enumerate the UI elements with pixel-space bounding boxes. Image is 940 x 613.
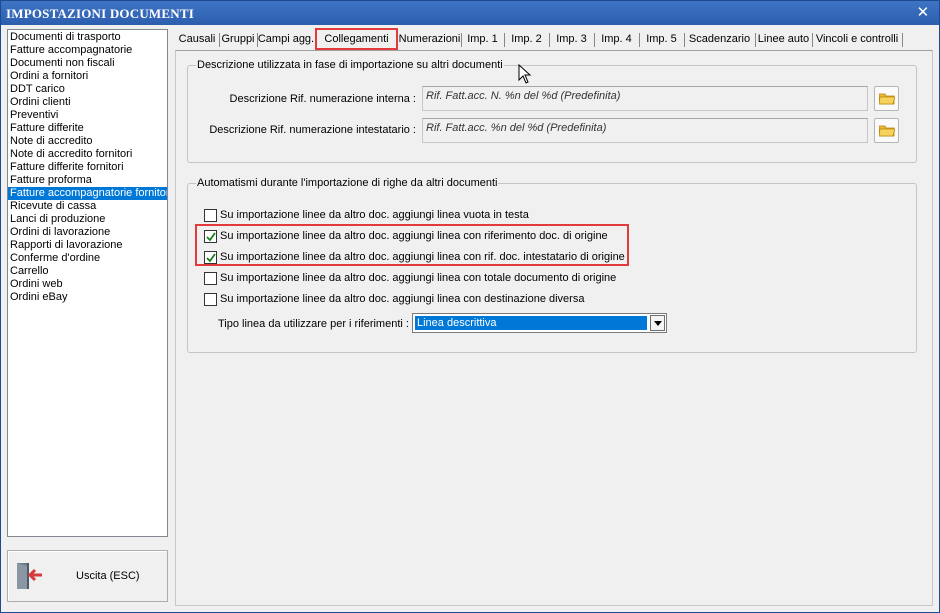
- tab-label: Campi agg.: [257, 33, 315, 45]
- list-item[interactable]: Conferme d'ordine: [8, 252, 167, 265]
- tab-label: Vincoli e controlli: [815, 33, 899, 45]
- list-item[interactable]: Ordini eBay: [8, 291, 167, 304]
- document-type-list[interactable]: Documenti di trasporto Fatture accompagna…: [7, 29, 168, 537]
- list-item[interactable]: Fatture proforma: [8, 174, 167, 187]
- list-item[interactable]: Fatture accompagnatorie: [8, 44, 167, 57]
- list-item[interactable]: Ordini web: [8, 278, 167, 291]
- tab-label: Imp. 3: [556, 33, 587, 45]
- list-item[interactable]: DDT carico: [8, 83, 167, 96]
- tab-label: Scadenzario: [688, 33, 751, 45]
- folder-icon: [879, 125, 895, 137]
- tab-label: Imp. 2: [511, 33, 542, 45]
- tab-gruppi[interactable]: Gruppi: [219, 31, 258, 50]
- checkmark-icon: [206, 253, 216, 263]
- mouse-cursor-icon: [518, 64, 532, 84]
- tab-numerazioni[interactable]: Numerazioni: [398, 31, 462, 50]
- exit-button[interactable]: Uscita (ESC): [7, 550, 168, 602]
- tab-causali[interactable]: Causali: [175, 31, 220, 50]
- tab-campi-agg[interactable]: Campi agg.: [257, 31, 316, 50]
- tab-scadenzario[interactable]: Scadenzario: [684, 31, 756, 50]
- option-label: Su importazione linee da altro doc. aggi…: [220, 272, 617, 284]
- tab-label: Causali: [178, 33, 216, 45]
- list-item[interactable]: Carrello: [8, 265, 167, 278]
- tab-imp-5[interactable]: Imp. 5: [639, 31, 685, 50]
- tab-label: Imp. 5: [646, 33, 677, 45]
- tab-vincoli-e-controlli[interactable]: Vincoli e controlli: [812, 31, 903, 50]
- settings-window: IMPOSTAZIONI DOCUMENTI ✕ Documenti di tr…: [0, 0, 940, 613]
- rif-intestatario-folder-button[interactable]: [874, 118, 899, 143]
- title-bar: IMPOSTAZIONI DOCUMENTI ✕: [1, 1, 939, 25]
- tab-imp-2[interactable]: Imp. 2: [504, 31, 550, 50]
- exit-door-icon: [17, 563, 42, 589]
- list-item[interactable]: Rapporti di lavorazione: [8, 239, 167, 252]
- checkbox-checked[interactable]: [204, 230, 217, 243]
- list-item[interactable]: Fatture differite: [8, 122, 167, 135]
- checkbox-unchecked[interactable]: [204, 293, 217, 306]
- tab-label: Linee auto: [757, 33, 810, 45]
- list-item[interactable]: Note di accredito fornitori: [8, 148, 167, 161]
- field-rif-intestatario[interactable]: Rif. Fatt.acc. %n del %d (Predefinita): [422, 118, 868, 143]
- list-item[interactable]: Note di accredito: [8, 135, 167, 148]
- checkmark-icon: [206, 232, 216, 242]
- list-item[interactable]: Documenti di trasporto: [8, 31, 167, 44]
- label-rif-interna: Descrizione Rif. numerazione interna :: [229, 93, 416, 105]
- option-label: Su importazione linee da altro doc. aggi…: [220, 293, 585, 305]
- tab-imp-1[interactable]: Imp. 1: [461, 31, 505, 50]
- list-item[interactable]: Ordini clienti: [8, 96, 167, 109]
- exit-button-label: Uscita (ESC): [76, 570, 140, 582]
- tab-imp-3[interactable]: Imp. 3: [549, 31, 595, 50]
- folder-icon: [879, 93, 895, 105]
- tab-imp-4[interactable]: Imp. 4: [594, 31, 640, 50]
- list-item[interactable]: Ordini di lavorazione: [8, 226, 167, 239]
- chevron-down-icon[interactable]: [650, 315, 665, 331]
- list-item[interactable]: Ricevute di cassa: [8, 200, 167, 213]
- group-automatismi: Automatismi durante l'importazione di ri…: [187, 177, 917, 353]
- tipo-linea-value: Linea descrittiva: [415, 316, 647, 330]
- window-title: IMPOSTAZIONI DOCUMENTI: [6, 6, 194, 21]
- field-rif-interna[interactable]: Rif. Fatt.acc. N. %n del %d (Predefinita…: [422, 86, 868, 111]
- label-tipo-linea: Tipo linea da utilizzare per i riferimen…: [218, 318, 409, 330]
- checkbox-checked[interactable]: [204, 251, 217, 264]
- tab-label: Imp. 1: [467, 33, 498, 45]
- tab-separator: [902, 33, 903, 47]
- tab-label: Gruppi: [221, 33, 255, 45]
- list-item[interactable]: Documenti non fiscali: [8, 57, 167, 70]
- tab-label: Imp. 4: [601, 33, 632, 45]
- tipo-linea-select[interactable]: Linea descrittiva: [412, 313, 667, 333]
- option-label: Su importazione linee da altro doc. aggi…: [220, 209, 529, 221]
- list-item[interactable]: Preventivi: [8, 109, 167, 122]
- option-label: Su importazione linee da altro doc. aggi…: [220, 230, 608, 242]
- option-label: Su importazione linee da altro doc. aggi…: [220, 251, 625, 263]
- tab-label: Numerazioni: [398, 33, 461, 45]
- tab-panel-collegamenti: Descrizione utilizzata in fase di import…: [175, 50, 933, 606]
- list-item[interactable]: Fatture accompagnatorie fornitori: [8, 187, 167, 200]
- list-item[interactable]: Lanci di produzione: [8, 213, 167, 226]
- tab-linee-auto[interactable]: Linee auto: [755, 31, 813, 50]
- tab-label: Collegamenti: [324, 33, 389, 45]
- label-rif-intestatario: Descrizione Rif. numerazione intestatari…: [209, 124, 416, 136]
- list-item[interactable]: Fatture differite fornitori: [8, 161, 167, 174]
- tab-collegamenti[interactable]: Collegamenti: [315, 28, 398, 50]
- rif-interna-folder-button[interactable]: [874, 86, 899, 111]
- close-icon[interactable]: ✕: [915, 4, 931, 20]
- checkbox-unchecked[interactable]: [204, 209, 217, 222]
- tab-bar: Causali Gruppi Campi agg. Collegamenti Numer…: [175, 28, 935, 50]
- list-item[interactable]: Ordini a fornitori: [8, 70, 167, 83]
- group-descrizione: Descrizione utilizzata in fase di import…: [187, 59, 917, 163]
- group-descrizione-title: Descrizione utilizzata in fase di import…: [196, 59, 504, 72]
- group-automatismi-title: Automatismi durante l'importazione di ri…: [196, 177, 499, 190]
- checkbox-unchecked[interactable]: [204, 272, 217, 285]
